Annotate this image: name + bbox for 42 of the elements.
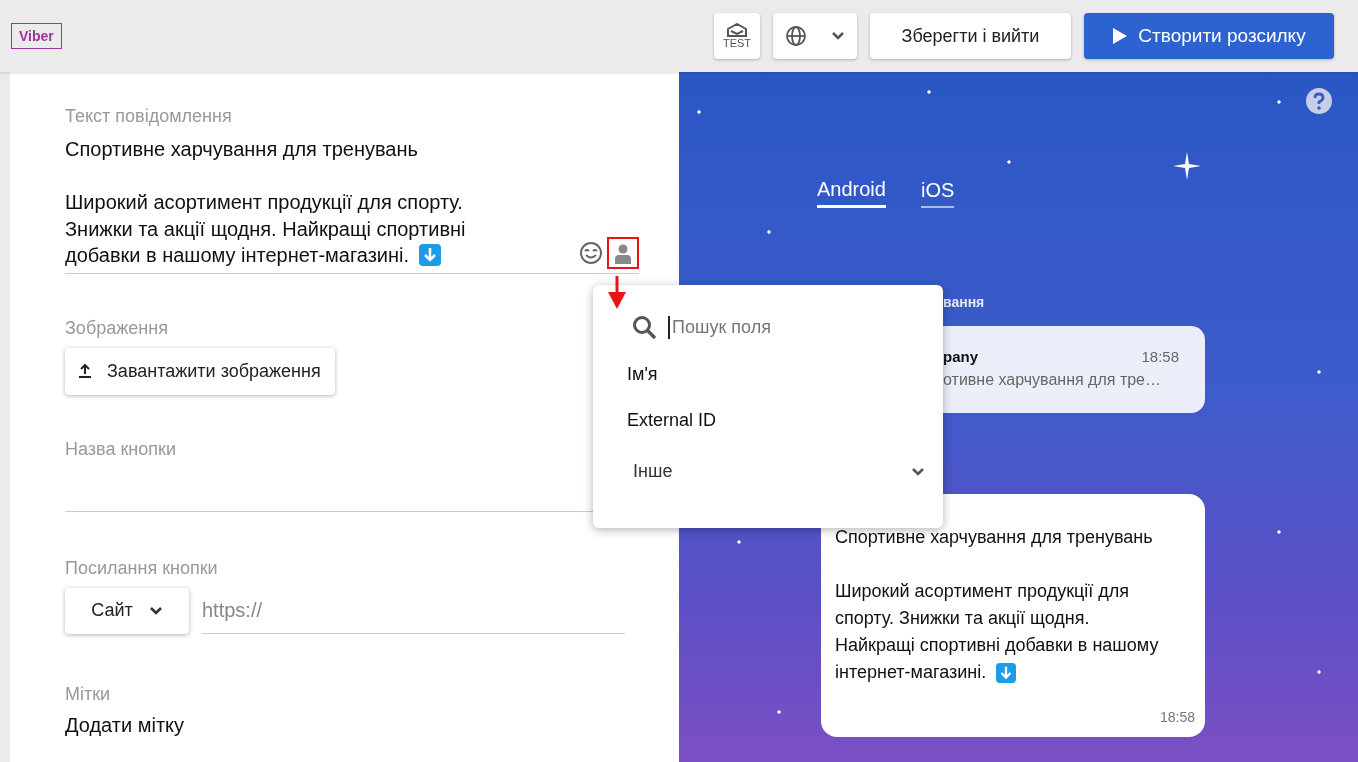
test-button[interactable]: TEST xyxy=(714,13,760,59)
add-tag-link[interactable]: Додати мітку xyxy=(65,713,185,737)
menu-item[interactable]: External ID xyxy=(627,410,925,431)
message-text: інтернет-магазині. xyxy=(835,661,987,684)
menu-group[interactable]: Інше xyxy=(627,461,925,482)
upload-button[interactable]: Завантажити зображення xyxy=(65,347,335,395)
chevron-down-icon xyxy=(831,31,845,41)
chevron-down-icon xyxy=(911,466,925,477)
chevron-down-icon xyxy=(148,605,163,616)
platform-tab[interactable]: Android xyxy=(817,178,886,208)
message-field[interactable]: Спортивне харчування для тренувань Широкий асортимент продукції для спорту. Знижки та акції щодня. Найкращі спортивні добавки в нашому інтернет-магазині. xyxy=(65,136,639,274)
envelope-icon xyxy=(726,23,748,37)
sender-name: pany xyxy=(943,348,978,365)
language-selector[interactable] xyxy=(773,13,857,59)
message-text: добавки в нашому інтернет-магазині. xyxy=(65,243,410,268)
emoji-icon[interactable] xyxy=(579,240,603,265)
url-field[interactable]: https:// xyxy=(202,588,625,634)
platform-tab[interactable]: iOS xyxy=(920,178,955,208)
play-icon xyxy=(1112,27,1129,45)
channel-badge: Viber xyxy=(11,23,62,49)
arrow-down-icon xyxy=(996,662,1017,683)
field-label: Текст повідомлення xyxy=(65,106,232,127)
create-campaign-button[interactable]: Створити розсилку xyxy=(1084,13,1334,59)
field-label: Посилання кнопки xyxy=(65,557,218,579)
arrow-down-icon xyxy=(419,244,442,267)
globe-icon xyxy=(785,25,807,47)
notification-time: 18:58 xyxy=(1141,348,1179,365)
person-icon[interactable] xyxy=(615,243,631,264)
help-icon[interactable] xyxy=(1306,88,1332,114)
search-icon xyxy=(632,315,656,339)
notification-header: вання xyxy=(943,294,986,310)
sparkle-icon xyxy=(1173,152,1201,180)
annotation-arrow xyxy=(607,276,627,310)
field-label: Назва кнопки xyxy=(65,438,176,460)
save-exit-button[interactable]: Зберегти і вийти xyxy=(870,13,1071,59)
message-time: 18:58 xyxy=(1159,709,1195,725)
link-type-dropdown[interactable]: Сайт xyxy=(65,587,189,634)
field-label: Зображення xyxy=(65,317,168,339)
upload-icon xyxy=(79,364,91,378)
notification-text: отивне харчування для тре… xyxy=(943,371,1162,389)
field-label: Мітки xyxy=(65,683,111,705)
menu-item[interactable]: Ім'я xyxy=(627,364,925,385)
